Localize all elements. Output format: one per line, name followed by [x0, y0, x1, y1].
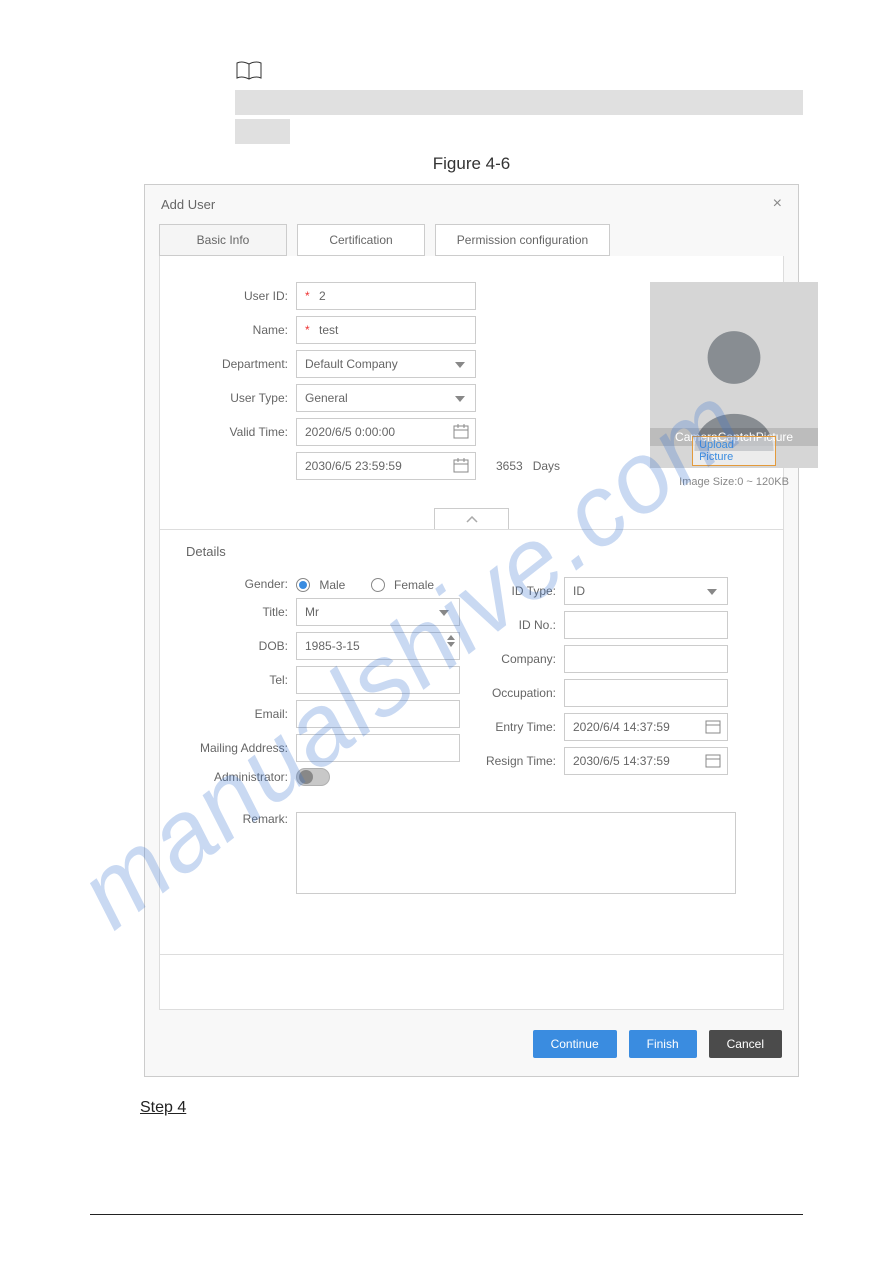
finish-button[interactable]: Finish [629, 1030, 697, 1058]
page-rule [90, 1214, 803, 1215]
label-gender: Gender: [186, 577, 296, 591]
input-company[interactable] [564, 645, 728, 673]
value-resign: 2030/6/5 14:37:59 [573, 754, 670, 768]
select-id-type[interactable]: ID [564, 577, 728, 605]
label-tel: Tel: [186, 673, 296, 687]
label-id-type: ID Type: [470, 584, 564, 598]
label-user-type: User Type: [186, 391, 296, 405]
value-user-type: General [305, 391, 348, 405]
input-id-no[interactable] [564, 611, 728, 639]
input-resign-time[interactable]: 2030/6/5 14:37:59 [564, 747, 728, 775]
figure-caption: Figure 4-6 [140, 154, 803, 174]
select-user-type[interactable]: General [296, 384, 476, 412]
gender-radio-group: Male Female [296, 577, 456, 592]
tab-basic-info[interactable]: Basic Info [159, 224, 287, 256]
textarea-remark[interactable] [296, 812, 736, 894]
close-icon[interactable]: × [773, 195, 782, 213]
calendar-icon[interactable] [705, 719, 721, 738]
dialog-tabs: Basic Info Certification Permission conf… [145, 224, 798, 256]
input-name[interactable]: * test [296, 316, 476, 344]
dialog-footer: Continue Finish Cancel [145, 1024, 798, 1076]
placeholder-bar-short [235, 119, 290, 144]
input-mailing[interactable] [296, 734, 460, 762]
label-remark: Remark: [186, 812, 296, 826]
continue-button[interactable]: Continue [533, 1030, 617, 1058]
details-title: Details [186, 544, 757, 559]
input-tel[interactable] [296, 666, 460, 694]
avatar-placeholder: CameraCaptchPicture Upload Picture [650, 282, 818, 468]
step-4-heading: Step 4 [140, 1099, 803, 1117]
divider-bottom [160, 954, 783, 955]
label-id-no: ID No.: [470, 618, 564, 632]
value-department: Default Company [305, 357, 398, 371]
image-size-note: Image Size:0 ~ 120KB [650, 476, 818, 488]
label-email: Email: [186, 707, 296, 721]
value-valid-from: 2020/6/5 0:00:00 [305, 425, 395, 439]
photo-panel: CameraCaptchPicture Upload Picture Image… [650, 282, 818, 488]
divider [160, 529, 783, 530]
label-dob: DOB: [186, 639, 296, 653]
dialog-body: User ID: * 2 Name: * test [159, 256, 784, 1010]
book-icon [235, 60, 803, 85]
label-entry: Entry Time: [470, 720, 564, 734]
radio-female[interactable] [371, 578, 385, 592]
label-mailing: Mailing Address: [186, 741, 296, 755]
input-entry-time[interactable]: 2020/6/4 14:37:59 [564, 713, 728, 741]
input-occupation[interactable] [564, 679, 728, 707]
radio-male[interactable] [296, 578, 310, 592]
input-valid-from[interactable]: 2020/6/5 0:00:00 [296, 418, 476, 446]
tab-certification[interactable]: Certification [297, 224, 425, 256]
value-id-type: ID [573, 584, 585, 598]
input-user-id[interactable]: * 2 [296, 282, 476, 310]
stepper-icon[interactable] [447, 635, 455, 647]
placeholder-bar [235, 90, 803, 115]
calendar-icon[interactable] [453, 424, 469, 443]
label-title: Title: [186, 605, 296, 619]
label-user-id: User ID: [186, 289, 296, 303]
label-name: Name: [186, 323, 296, 337]
value-dob: 1985-3-15 [305, 639, 360, 653]
dialog-title: Add User [161, 197, 215, 212]
calendar-icon[interactable] [453, 458, 469, 477]
input-dob[interactable]: 1985-3-15 [296, 632, 460, 660]
collapse-toggle[interactable] [434, 508, 509, 530]
label-admin: Administrator: [186, 770, 296, 784]
label-department: Department: [186, 357, 296, 371]
input-email[interactable] [296, 700, 460, 728]
select-department[interactable]: Default Company [296, 350, 476, 378]
label-resign: Resign Time: [470, 754, 564, 768]
value-valid-to: 2030/6/5 23:59:59 [305, 459, 402, 473]
input-valid-to[interactable]: 2030/6/5 23:59:59 [296, 452, 476, 480]
value-entry: 2020/6/4 14:37:59 [573, 720, 670, 734]
cancel-button[interactable]: Cancel [709, 1030, 782, 1058]
tab-permission[interactable]: Permission configuration [435, 224, 610, 256]
value-days: 3653 [496, 459, 523, 473]
label-days: Days [533, 459, 560, 473]
dialog-header: Add User × [145, 185, 798, 224]
select-title[interactable]: Mr [296, 598, 460, 626]
calendar-icon[interactable] [705, 753, 721, 772]
value-name: test [319, 323, 338, 337]
toggle-administrator[interactable] [296, 768, 330, 786]
label-company: Company: [470, 652, 564, 666]
label-female: Female [394, 578, 434, 592]
label-valid-time: Valid Time: [186, 425, 296, 439]
add-user-dialog: Add User × Basic Info Certification Perm… [144, 184, 799, 1077]
upload-picture-link[interactable]: Upload Picture [692, 436, 776, 466]
value-title: Mr [305, 605, 319, 619]
label-occupation: Occupation: [470, 686, 564, 700]
value-user-id: 2 [319, 289, 326, 303]
label-male: Male [319, 578, 345, 592]
chevron-up-icon [466, 516, 478, 524]
